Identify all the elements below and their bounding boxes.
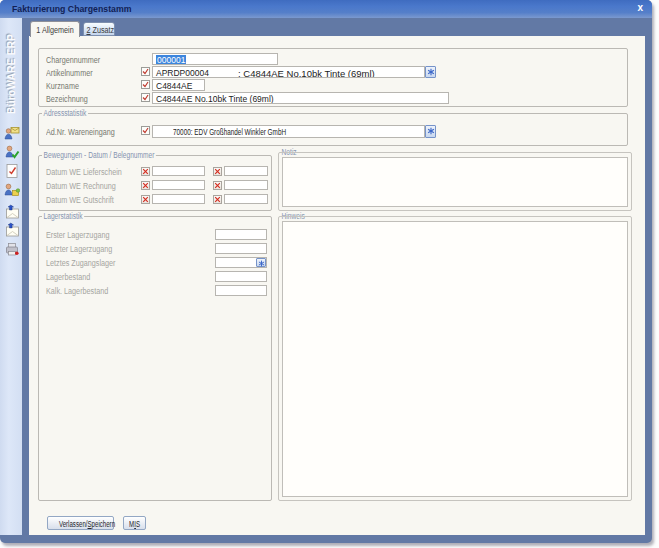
kurzname-checkbox[interactable] xyxy=(141,80,150,89)
artikelnummer-label: Artikelnummer xyxy=(46,68,93,78)
datum-rechnung-clear-button[interactable] xyxy=(141,181,150,190)
document-upload-icon[interactable] xyxy=(4,222,20,238)
bezeichnung-checkbox[interactable] xyxy=(141,93,150,102)
datum-lieferschein-label: Datum WE Lieferschein xyxy=(46,167,122,177)
artikelnummer-checkbox[interactable] xyxy=(141,67,150,76)
mis-button[interactable]: MIS xyxy=(123,516,146,530)
notiz-textarea[interactable] xyxy=(282,157,628,207)
lagerstatistik-title: Lagerstatistik xyxy=(42,211,84,221)
letztes-zugangslager-lookup-button[interactable] xyxy=(256,258,266,267)
erster-lagerzugang-label: Erster Lagerzugang xyxy=(46,230,109,240)
adnr-input[interactable]: 70000: EDV Großhandel Winkler GmbH xyxy=(152,125,425,138)
datum-rechnung-label: Datum WE Rechnung xyxy=(46,181,116,191)
artikelnummer-value: APRDP00004 xyxy=(156,68,209,78)
kalk-lagerbestand-input[interactable] xyxy=(215,285,267,296)
adressstatistik-title: Adressstatistik xyxy=(42,108,88,118)
datum-gutschrift-label: Datum WE Gutschrift xyxy=(46,195,114,205)
erster-lagerzugang-input[interactable] xyxy=(215,229,267,240)
artikelnummer-input[interactable]: APRDP00004 : C4844AE No.10bk Tinte (69ml… xyxy=(152,66,425,78)
artikelnummer-lookup-button[interactable] xyxy=(425,66,436,78)
datum-lieferschein-input[interactable] xyxy=(152,166,205,176)
tab-allgemein[interactable]: 1 Allgemein xyxy=(30,21,80,37)
kurzname-input[interactable]: C4844AE xyxy=(152,79,205,91)
bezeichnung-label: Bezeichnung xyxy=(46,94,88,104)
beleg-rechnung-clear-button[interactable] xyxy=(213,181,222,190)
tab-zusatz[interactable]: 2 Zusatz xyxy=(83,22,115,36)
window-fakturierung-chargenstamm: Fakturierung Chargenstamm x BüroWARE ERP xyxy=(0,0,652,543)
verlassen-speichern-button[interactable]: Verlassen/Speichern xyxy=(47,516,114,530)
lagerbestand-label: Lagerbestand xyxy=(46,272,90,282)
titlebar[interactable]: Fakturierung Chargenstamm x xyxy=(0,0,652,18)
lagerbestand-input[interactable] xyxy=(215,271,267,282)
desktop: Fakturierung Chargenstamm x BüroWARE ERP xyxy=(0,0,659,548)
printer-icon[interactable] xyxy=(4,241,20,257)
person-mail-icon[interactable] xyxy=(4,125,20,141)
datum-lieferschein-clear-button[interactable] xyxy=(141,167,150,176)
kurzname-label: Kurzname xyxy=(46,81,79,91)
document-upload-icon[interactable] xyxy=(4,204,20,220)
kalk-lagerbestand-label: Kalk. Lagerbestand xyxy=(46,286,108,296)
kurzname-value: C4844AE xyxy=(156,81,192,91)
letztes-zugangslager-label: Letztes Zugangslager xyxy=(46,258,115,268)
beleg-lieferschein-input[interactable] xyxy=(224,166,268,176)
adnr-lookup-button[interactable] xyxy=(425,125,436,138)
brand-vertical-text: BüroWARE ERP xyxy=(0,33,22,115)
letzter-lagerzugang-input[interactable] xyxy=(215,243,267,254)
beleg-gutschrift-clear-button[interactable] xyxy=(213,195,222,204)
sidebar: BüroWARE ERP xyxy=(0,18,22,535)
chargennummer-label: Chargennummer xyxy=(46,55,100,65)
adnr-label: Ad.Nr. Wareneingang xyxy=(46,127,115,137)
artikelnummer-desc: : C4844AE No.10bk Tinte (69ml) xyxy=(238,68,375,78)
person-package-icon[interactable] xyxy=(4,182,20,198)
window-title: Fakturierung Chargenstamm xyxy=(12,3,131,14)
beleg-rechnung-input[interactable] xyxy=(224,180,268,190)
close-icon[interactable]: x xyxy=(637,2,643,13)
person-check-icon[interactable] xyxy=(4,144,20,160)
beleg-lieferschein-clear-button[interactable] xyxy=(213,167,222,176)
adnr-value: 70000: EDV Großhandel Winkler GmbH xyxy=(173,127,286,137)
bewegungen-title: Bewegungen - Datum / Belegnummer xyxy=(42,150,156,160)
bezeichnung-input[interactable]: C4844AE No.10bk Tinte (69ml) xyxy=(152,92,449,104)
letzter-lagerzugang-label: Letzter Lagerzugang xyxy=(46,244,112,254)
document-check-icon[interactable] xyxy=(4,163,20,179)
beleg-gutschrift-input[interactable] xyxy=(224,194,268,204)
hinweis-textarea[interactable] xyxy=(282,221,628,497)
datum-gutschrift-clear-button[interactable] xyxy=(141,195,150,204)
bezeichnung-value: C4844AE No.10bk Tinte (69ml) xyxy=(156,94,274,104)
chargennummer-value: 000001 xyxy=(156,55,186,65)
adnr-checkbox[interactable] xyxy=(141,126,150,135)
datum-gutschrift-input[interactable] xyxy=(152,194,205,204)
datum-rechnung-input[interactable] xyxy=(152,180,205,190)
chargennummer-input[interactable]: 000001 xyxy=(152,53,278,65)
